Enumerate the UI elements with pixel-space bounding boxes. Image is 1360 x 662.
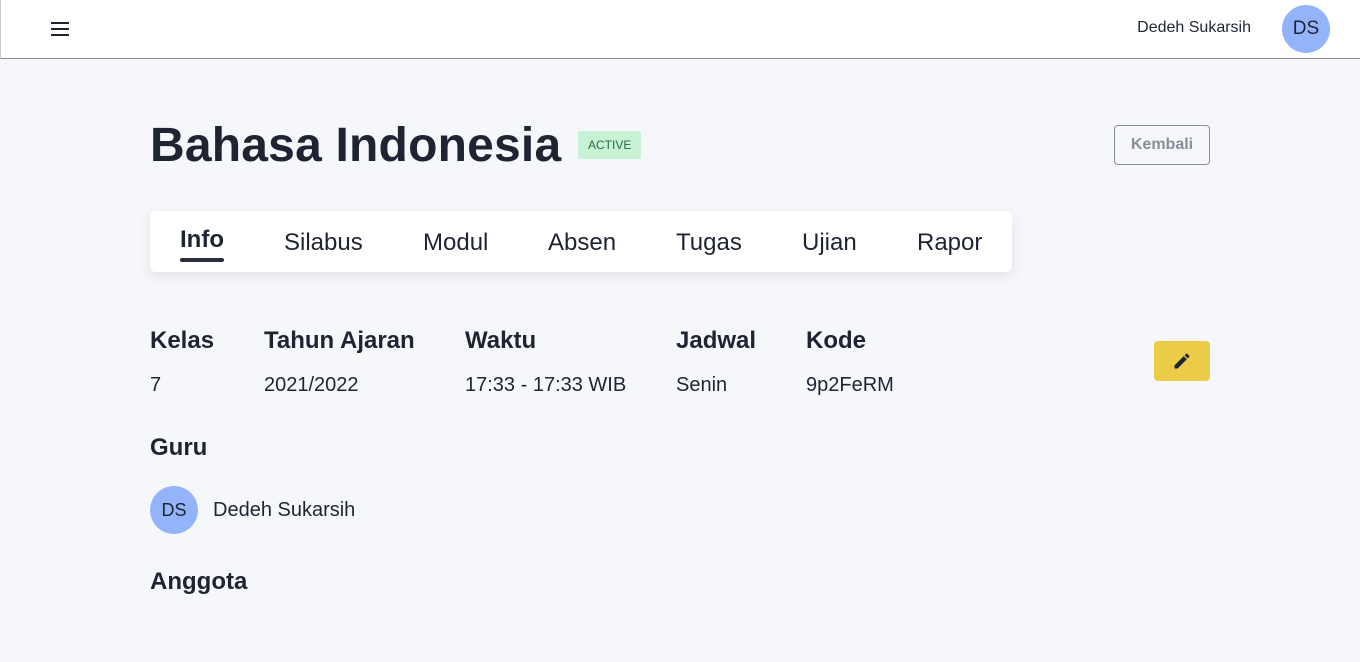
tab-ujian[interactable]: Ujian (802, 211, 872, 272)
back-button[interactable]: Kembali (1114, 125, 1210, 165)
tab-rapor[interactable]: Rapor (917, 211, 997, 272)
tab-modul[interactable]: Modul (423, 211, 503, 272)
tab-label: Info (180, 226, 224, 253)
tahun-ajaran-label: Tahun Ajaran (264, 327, 415, 354)
guru-avatar: DS (150, 486, 198, 534)
tab-label: Ujian (802, 229, 857, 256)
hamburger-menu-icon[interactable] (41, 14, 79, 44)
guru-heading: Guru (150, 434, 208, 461)
pencil-icon (1174, 353, 1190, 369)
anggota-heading: Anggota (150, 568, 248, 595)
jadwal-label: Jadwal (676, 327, 757, 354)
tab-info[interactable]: Info (180, 211, 240, 272)
status-badge: ACTIVE (578, 131, 642, 159)
tab-silabus[interactable]: Silabus (284, 211, 374, 272)
tab-label: Tugas (676, 229, 742, 256)
tab-label: Rapor (917, 229, 983, 256)
waktu-value: 17:33 - 17:33 WIB (465, 374, 627, 396)
kelas-label: Kelas (150, 327, 215, 354)
tab-label: Silabus (284, 229, 363, 256)
kode-value: 9p2FeRM (806, 374, 894, 396)
tahun-ajaran-value: 2021/2022 (264, 374, 359, 396)
top-bar: Dedeh Sukarsih DS (0, 0, 1360, 59)
edit-button[interactable] (1154, 341, 1210, 381)
jadwal-value: Senin (676, 374, 728, 396)
page-title: Bahasa Indonesia (150, 119, 562, 172)
kode-label: Kode (806, 327, 866, 354)
header-user-name[interactable]: Dedeh Sukarsih (1137, 19, 1251, 37)
tab-tugas[interactable]: Tugas (676, 211, 756, 272)
kelas-value: 7 (150, 374, 162, 396)
waktu-label: Waktu (465, 327, 537, 354)
tab-label: Absen (548, 229, 617, 256)
tab-absen[interactable]: Absen (548, 211, 628, 272)
guru-name: Dedeh Sukarsih (213, 499, 356, 521)
tab-bar: Info Silabus Modul Absen Tugas Ujian Rap… (150, 211, 1012, 272)
active-tab-indicator (180, 258, 224, 262)
header-avatar[interactable]: DS (1282, 5, 1330, 53)
tab-label: Modul (423, 229, 489, 256)
